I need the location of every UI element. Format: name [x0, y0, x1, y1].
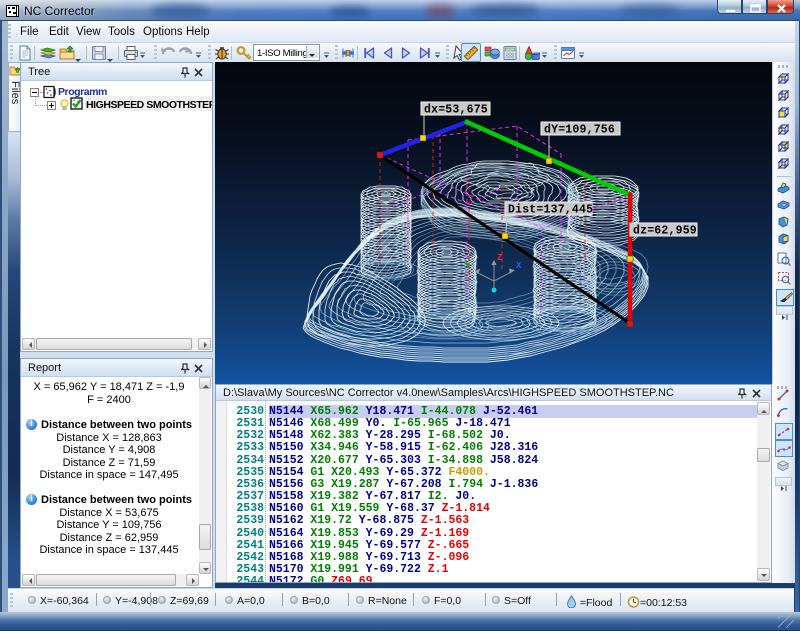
svg-text:dY=109,756: dY=109,756: [544, 124, 615, 137]
svg-text:Dist=137,445: Dist=137,445: [508, 204, 593, 217]
svg-text:Y: Y: [465, 261, 471, 271]
svg-text:dz=62,959: dz=62,959: [633, 225, 697, 238]
svg-text:X: X: [516, 261, 522, 271]
svg-text:dx=53,675: dx=53,675: [424, 104, 488, 117]
svg-text:Z: Z: [497, 253, 502, 263]
